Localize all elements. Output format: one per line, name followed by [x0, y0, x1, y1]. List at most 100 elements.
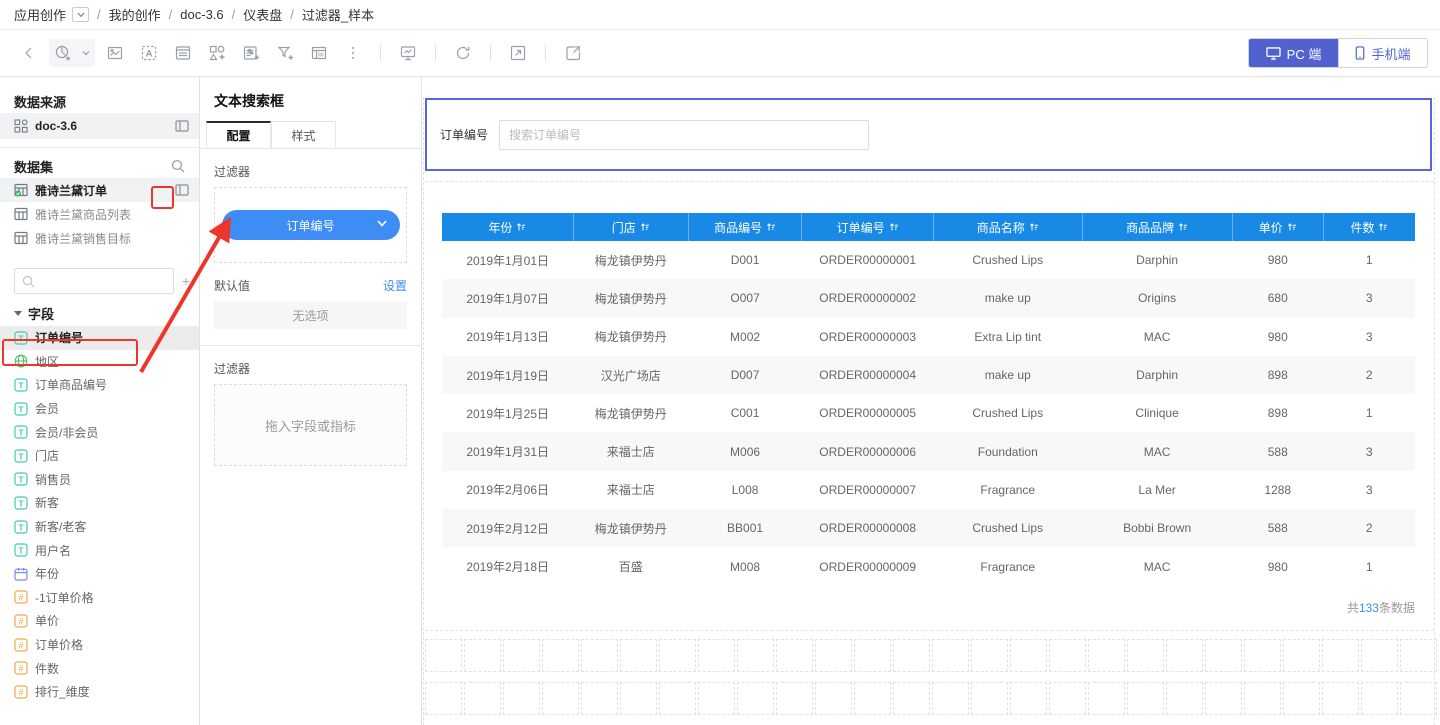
field-item-销售员[interactable]: T销售员 — [0, 468, 199, 492]
search-icon[interactable] — [171, 159, 185, 173]
field-item-会员[interactable]: T会员 — [0, 397, 199, 421]
dataset-item[interactable]: >雅诗兰黛销售目标 — [0, 226, 199, 250]
chart-caret-icon[interactable] — [77, 39, 95, 67]
dataset-item[interactable]: >雅诗兰黛商品列表 — [0, 202, 199, 226]
add-image-icon[interactable] — [101, 39, 129, 67]
column-header-订单编号[interactable]: 订单编号 — [802, 213, 933, 241]
table-cell: Bobbi Brown — [1082, 509, 1232, 547]
add-shape-icon[interactable] — [203, 39, 231, 67]
filter-dropzone[interactable]: 拖入字段或指标 — [214, 384, 407, 466]
field-item-门店[interactable]: T门店 — [0, 444, 199, 468]
back-icon[interactable] — [15, 39, 43, 67]
text-field-icon: T — [14, 520, 28, 534]
table-cell: ORDER00000007 — [802, 471, 933, 509]
breadcrumb-item[interactable]: 过滤器_样本 — [302, 5, 374, 24]
table-row: 2019年2月18日百盛M008ORDER00000009FragranceMA… — [442, 547, 1415, 585]
column-label: 订单编号 — [837, 219, 885, 236]
add-chart-icon[interactable] — [49, 39, 77, 67]
field-name: 排行_维度 — [35, 683, 90, 700]
breadcrumb-dropdown-icon[interactable] — [72, 7, 89, 22]
breadcrumb-separator: / — [232, 7, 236, 22]
table-cell: 梅龙镇伊势丹 — [573, 241, 688, 279]
grid-cell — [815, 682, 852, 715]
sort-icon — [1287, 222, 1297, 232]
table-cell: Crushed Lips — [933, 509, 1082, 547]
breadcrumb-item[interactable]: doc-3.6 — [180, 7, 223, 22]
refresh-icon[interactable] — [449, 39, 477, 67]
table-widget[interactable]: 年份门店商品编号订单编号商品名称商品品牌单价件数 2019年1月01日梅龙镇伊势… — [425, 193, 1432, 616]
field-item-新客/老客[interactable]: T新客/老客 — [0, 515, 199, 539]
order-number-search-input[interactable] — [499, 120, 869, 150]
canvas-grid-row — [425, 639, 1437, 672]
field-item-会员/非会员[interactable]: T会员/非会员 — [0, 420, 199, 444]
fullscreen-icon[interactable] — [504, 39, 532, 67]
data-source-item[interactable]: doc-3.6 — [0, 113, 199, 139]
column-header-商品名称[interactable]: 商品名称 — [933, 213, 1082, 241]
add-text-icon[interactable]: A — [135, 39, 163, 67]
add-component-icon[interactable] — [169, 39, 197, 67]
tab-样式[interactable]: 样式 — [271, 121, 336, 148]
field-name: 件数 — [35, 660, 59, 677]
sort-icon — [889, 222, 899, 232]
preview-icon[interactable] — [394, 39, 422, 67]
text-field-icon: T — [14, 425, 28, 439]
field-item-单价[interactable]: #单价 — [0, 609, 199, 633]
column-header-商品编号[interactable]: 商品编号 — [688, 213, 802, 241]
add-web-icon[interactable] — [305, 39, 333, 67]
canvas-grid-row — [425, 682, 1437, 715]
more-icon[interactable] — [339, 39, 367, 67]
settings-link[interactable]: 设置 — [383, 277, 407, 294]
filter-field-button[interactable]: 订单编号 — [222, 210, 400, 240]
add-filter-icon[interactable] — [271, 39, 299, 67]
field-item-订单商品编号[interactable]: T订单商品编号 — [0, 373, 199, 397]
grid-cell — [1283, 682, 1320, 715]
dataset-item[interactable]: 雅诗兰黛订单 — [0, 178, 199, 202]
grid-cell — [815, 639, 852, 672]
column-header-商品品牌[interactable]: 商品品牌 — [1082, 213, 1232, 241]
add-field-icon[interactable]: + — [179, 273, 193, 289]
toolbar-separator — [435, 45, 436, 61]
mobile-view-button[interactable]: 手机端 — [1338, 39, 1427, 67]
table-icon — [14, 183, 28, 197]
breadcrumb-item[interactable]: 我的创作 — [109, 5, 161, 24]
field-item-订单编号[interactable]: T订单编号 — [0, 326, 199, 350]
text-search-widget[interactable]: 订单编号 — [425, 98, 1432, 171]
field-item-排行_维度[interactable]: #排行_维度 — [0, 680, 199, 704]
open-panel-icon[interactable] — [175, 120, 189, 132]
field-item-订单价格[interactable]: #订单价格 — [0, 633, 199, 657]
number-field-icon: # — [14, 661, 28, 675]
field-item-用户名[interactable]: T用户名 — [0, 538, 199, 562]
table-row: 2019年1月07日梅龙镇伊势丹O007ORDER00000002make up… — [442, 279, 1415, 317]
table-cell: MAC — [1082, 547, 1232, 585]
column-header-年份[interactable]: 年份 — [442, 213, 573, 241]
column-header-件数[interactable]: 件数 — [1323, 213, 1415, 241]
field-item-年份[interactable]: 年份 — [0, 562, 199, 586]
column-header-单价[interactable]: 单价 — [1232, 213, 1323, 241]
field-search-input[interactable] — [14, 268, 174, 294]
divider — [0, 147, 199, 148]
field-item-地区[interactable]: 地区 — [0, 350, 199, 374]
grid-cell — [1205, 639, 1242, 672]
dashboard-canvas[interactable]: 订单编号 年份门店商品编号订单编号商品名称商品品牌单价件数 2019年1月01日… — [422, 77, 1440, 725]
open-panel-icon[interactable] — [175, 184, 189, 196]
field-item--1订单价格[interactable]: #-1订单价格 — [0, 586, 199, 610]
grid-cell — [737, 682, 774, 715]
breadcrumb-item[interactable]: 仪表盘 — [243, 5, 282, 24]
share-icon[interactable] — [559, 39, 587, 67]
grid-cell — [464, 639, 501, 672]
svg-text:T: T — [18, 428, 24, 438]
field-item-件数[interactable]: # 件数 — [0, 656, 199, 680]
grid-cell — [542, 682, 579, 715]
fields-section-header[interactable]: 字段 — [0, 300, 199, 326]
tab-配置[interactable]: 配置 — [206, 121, 271, 148]
field-name: 会员 — [35, 400, 59, 417]
add-filter-list-icon[interactable] — [237, 39, 265, 67]
column-header-门店[interactable]: 门店 — [573, 213, 688, 241]
app-grid-icon — [14, 119, 28, 133]
pc-view-button[interactable]: PC 端 — [1249, 39, 1338, 67]
field-item-新客[interactable]: T新客 — [0, 491, 199, 515]
breadcrumb: 应用创作/我的创作/doc-3.6/仪表盘/过滤器_样本 — [0, 0, 1440, 30]
breadcrumb-item[interactable]: 应用创作 — [14, 5, 66, 24]
filter-field-dropzone[interactable]: 订单编号 — [214, 187, 407, 263]
table-cell: 3 — [1323, 318, 1415, 356]
